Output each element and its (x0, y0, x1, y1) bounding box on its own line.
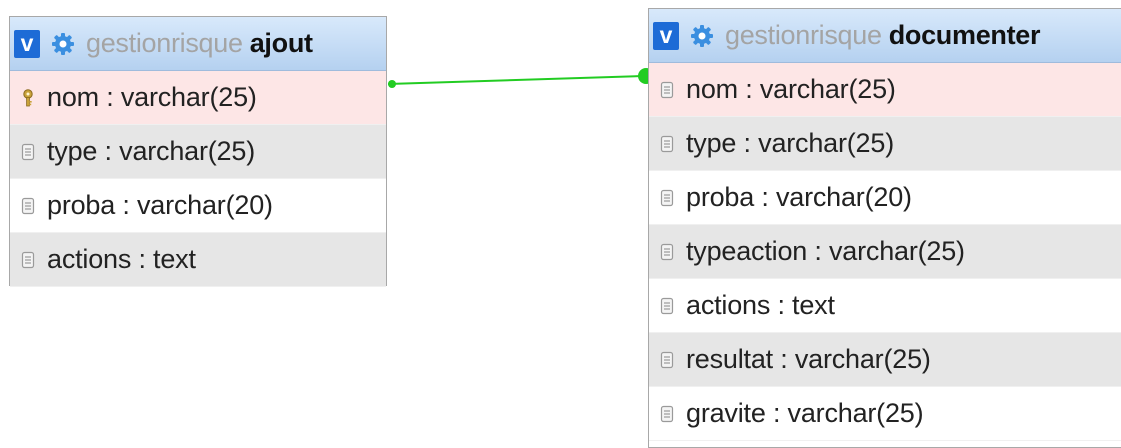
column-label: proba : varchar(20) (47, 190, 273, 220)
column-row[interactable]: nom : varchar(25) (10, 71, 386, 125)
table-header[interactable]: v gestionrisque documenter (649, 9, 1121, 63)
column-list: nom : varchar(25) type : varchar(25) proba… (649, 63, 1121, 441)
column-row[interactable]: proba : varchar(20) (649, 171, 1121, 225)
column-icon (660, 189, 674, 207)
table-title[interactable]: gestionrisque documenter (725, 20, 1041, 51)
table-name: ajout (249, 28, 313, 58)
table-name: documenter (888, 20, 1041, 50)
column-label: gravite : varchar(25) (686, 398, 924, 428)
column-icon (21, 143, 35, 161)
column-label: nom : varchar(25) (47, 82, 257, 112)
column-icon (660, 135, 674, 153)
column-icon (660, 351, 674, 369)
column-label: actions : text (686, 290, 835, 320)
column-icon (660, 405, 674, 423)
column-row[interactable]: gravite : varchar(25) (649, 387, 1121, 441)
database-name: gestionrisque (725, 20, 882, 50)
gear-icon[interactable] (51, 32, 75, 56)
table-header[interactable]: v gestionrisque ajout (10, 17, 386, 71)
column-icon (660, 243, 674, 261)
column-label: type : varchar(25) (686, 128, 894, 158)
relation-connector (387, 75, 645, 85)
column-row[interactable]: type : varchar(25) (649, 117, 1121, 171)
table-documenter[interactable]: v gestionrisque documenter nom : varchar(… (648, 8, 1121, 448)
column-label: nom : varchar(25) (686, 74, 896, 104)
table-title[interactable]: gestionrisque ajout (86, 28, 313, 59)
column-row[interactable]: typeaction : varchar(25) (649, 225, 1121, 279)
column-icon (660, 81, 674, 99)
column-row[interactable]: proba : varchar(20) (10, 179, 386, 233)
column-label: actions : text (47, 244, 196, 274)
column-row[interactable]: resultat : varchar(25) (649, 333, 1121, 387)
gear-icon[interactable] (690, 24, 714, 48)
key-icon (21, 88, 35, 107)
toggle-columns-button[interactable]: v (653, 21, 679, 50)
toggle-columns-button[interactable]: v (14, 29, 40, 58)
column-list: nom : varchar(25) type : varchar(25) proba… (10, 71, 386, 287)
column-icon (21, 251, 35, 269)
relation-start-dot (388, 80, 396, 88)
column-row[interactable]: actions : text (649, 279, 1121, 333)
column-row[interactable]: type : varchar(25) (10, 125, 386, 179)
column-row[interactable]: nom : varchar(25) (649, 63, 1121, 117)
table-ajout[interactable]: v gestionrisque ajout nom : varchar(25) ty… (9, 16, 387, 287)
column-icon (660, 297, 674, 315)
column-row[interactable]: actions : text (10, 233, 386, 287)
column-label: proba : varchar(20) (686, 182, 912, 212)
column-icon (21, 197, 35, 215)
column-label: resultat : varchar(25) (686, 344, 931, 374)
column-label: type : varchar(25) (47, 136, 255, 166)
column-label: typeaction : varchar(25) (686, 236, 965, 266)
database-name: gestionrisque (86, 28, 243, 58)
